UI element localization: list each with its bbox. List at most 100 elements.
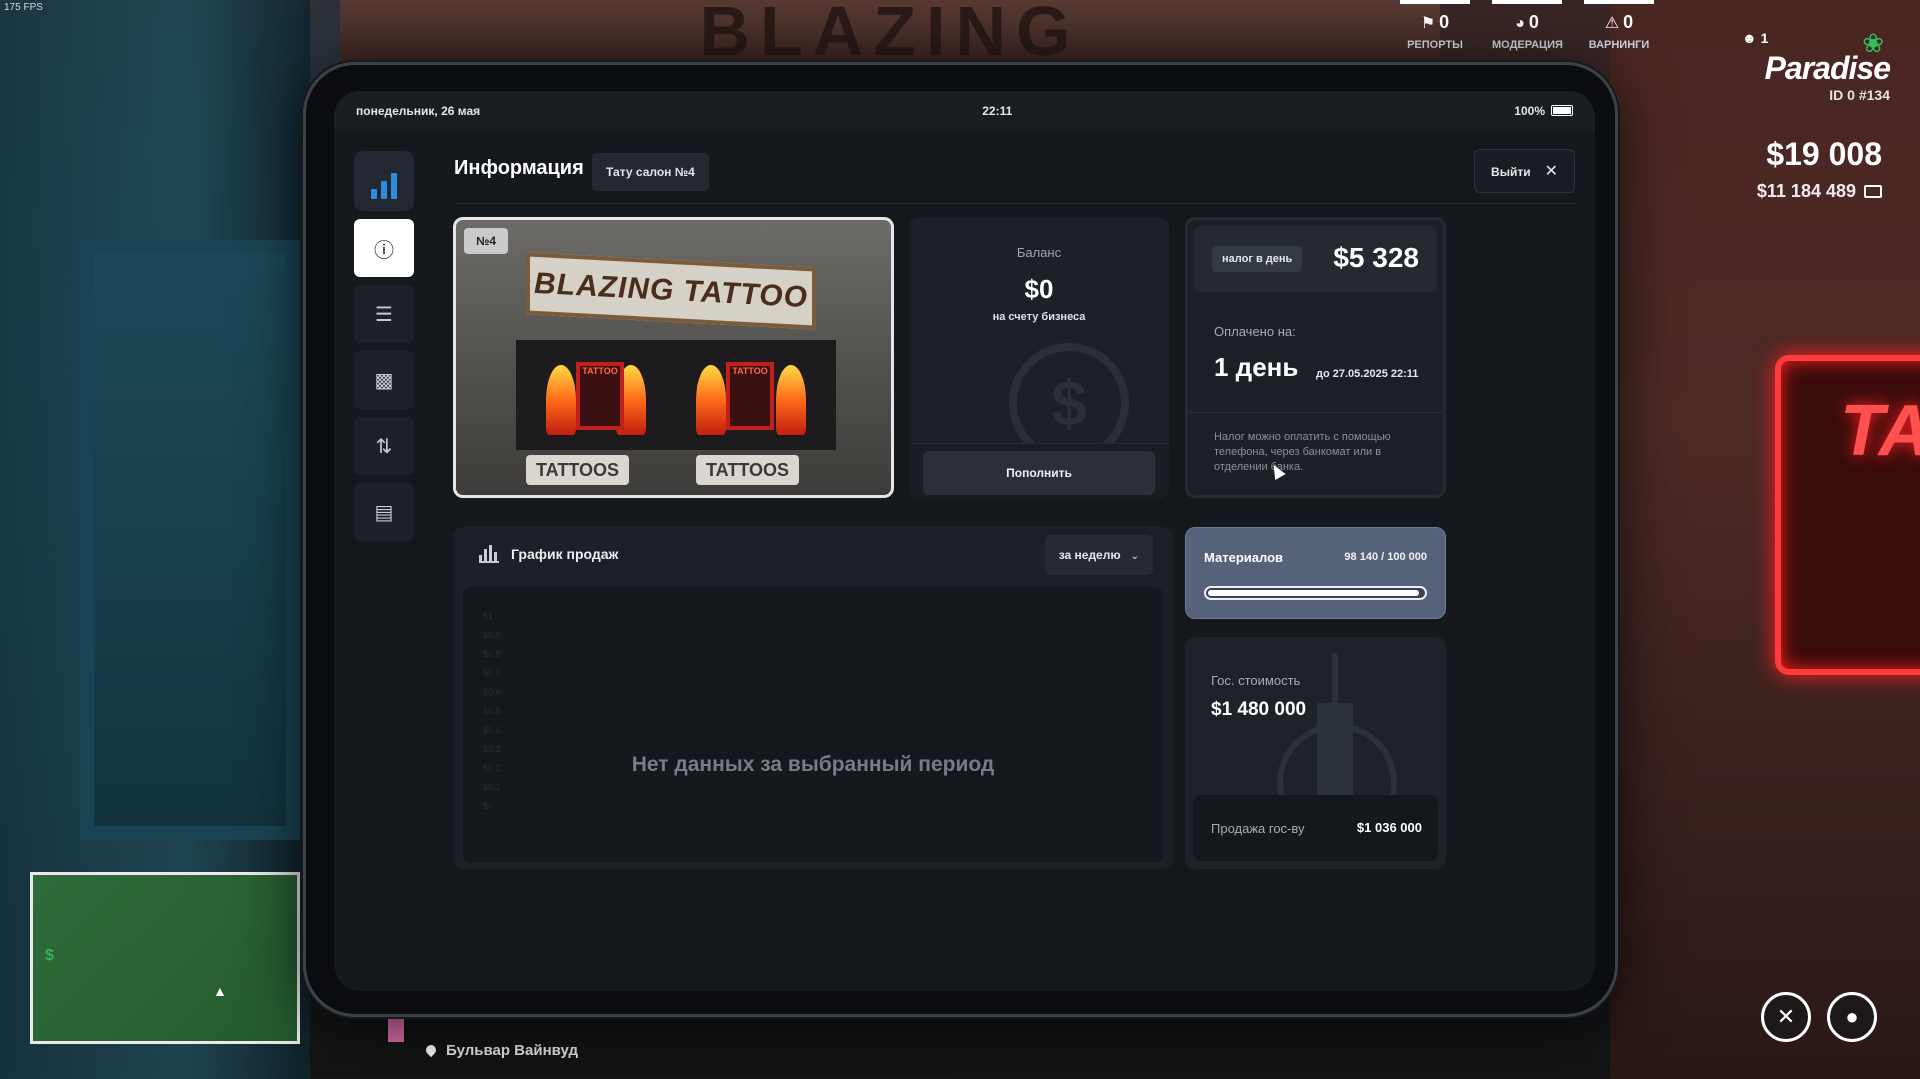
topup-button[interactable]: Пополнить	[923, 451, 1155, 495]
chevron-down-icon: ⌄	[1130, 551, 1139, 562]
money-display: $19 008 $11 184 489	[1757, 136, 1882, 202]
battery-icon	[1551, 105, 1573, 116]
photo-lower-sign-left: TATTOOS	[526, 455, 629, 485]
gov-value: $1 480 000	[1211, 699, 1307, 720]
tax-chip: налог в день	[1212, 246, 1303, 272]
minimap: $ ▲	[30, 872, 300, 1044]
business-name-badge: Тату салон №4	[592, 153, 709, 191]
bank-amount: $11 184 489	[1757, 181, 1882, 202]
gov-sale-row[interactable]: Продажа гос-ву $1 036 000	[1193, 795, 1438, 861]
y-tick-label: $0.5	[483, 706, 501, 716]
warnings-label: ВАРНИНГИ	[1588, 39, 1650, 51]
dollar-coin-icon: $	[1009, 343, 1129, 443]
photo-window-left: TATTOO	[576, 362, 624, 430]
tablet: понедельник, 26 мая 22:11 100% ⓘ ☰ ▩ ⇅ ▤…	[303, 62, 1618, 1017]
photo-lower-sign-right: TATTOOS	[696, 455, 799, 485]
business-app-logo	[354, 151, 414, 211]
reports-count: 0	[1439, 12, 1450, 32]
y-tick-label: $0.9	[483, 630, 501, 640]
gov-sale-label: Продажа гос-ву	[1211, 821, 1305, 836]
moderation-icon: ◕	[1515, 15, 1525, 32]
gov-sale-value: $1 036 000	[1356, 820, 1422, 835]
background-door	[80, 240, 300, 840]
status-date: понедельник, 26 мая	[356, 104, 481, 118]
no-data-message: Нет данных за выбранный период	[631, 753, 995, 776]
tax-divider	[1188, 412, 1443, 413]
sales-chart-card: График продаж за неделю ⌄ $1 $0.9 $0.8 $0.7 $…	[453, 527, 1173, 869]
photo-window-right: TATTOO	[726, 362, 774, 430]
balance-actions: Пополнить	[909, 443, 1169, 499]
hud-stats: ⚑ 0 РЕПОРТЫ ◕ 0 МОДЕРАЦИЯ ⚠ 0 ВАРНИНГИ	[1400, 0, 1654, 51]
location-label: Бульвар Вайнвуд	[423, 1042, 578, 1059]
flame-graphic	[546, 365, 576, 435]
exit-button[interactable]: Выйти ✕	[1474, 149, 1575, 193]
gov-value-label: Гос. стоимость	[1211, 673, 1301, 688]
tools-button[interactable]: ✕	[1761, 992, 1811, 1042]
sidebar-item-info[interactable]: ⓘ	[354, 219, 414, 277]
server-logo: ☻ 1 ❀ Paradise ID 0 #134	[1740, 28, 1891, 103]
paid-until: до 27.05.2025 22:11	[1316, 368, 1419, 380]
tablet-screen: понедельник, 26 мая 22:11 100% ⓘ ☰ ▩ ⇅ ▤…	[334, 91, 1595, 991]
business-photo: BLAZING TATTOO TATTOO TATTOO TATTOOS TAT…	[453, 217, 894, 498]
money-transfer-icon: ⇅	[375, 435, 393, 458]
drop-icon: ●	[1845, 1004, 1859, 1029]
player-ids: ID 0 #134	[1829, 87, 1890, 103]
balance-label: Баланс	[1016, 245, 1062, 260]
minimap-indicator	[388, 1018, 404, 1042]
y-tick-label: $0	[483, 801, 494, 811]
sidebar-item-finance[interactable]: ⇅	[354, 417, 414, 475]
paid-value: 1 день	[1214, 352, 1299, 382]
status-bar: понедельник, 26 мая 22:11 100%	[334, 91, 1595, 131]
sidebar-item-layers[interactable]: ☰	[354, 285, 414, 343]
palm-icon: ❀	[1862, 28, 1884, 58]
close-icon: ✕	[1544, 163, 1558, 180]
period-select[interactable]: за неделю ⌄	[1044, 535, 1153, 575]
page-title: Информация	[454, 157, 584, 179]
gov-value-card: Гос. стоимость $1 480 000 Продажа гос-ву…	[1185, 637, 1446, 869]
photo-number-badge: №4	[464, 228, 508, 254]
tax-summary: налог в день $5 328	[1194, 226, 1437, 292]
hud-stat-moderation: ◕ 0 МОДЕРАЦИЯ	[1492, 0, 1563, 51]
photo-sign: BLAZING TATTOO	[526, 252, 816, 330]
balance-sub: на счету бизнеса	[992, 311, 1086, 323]
info-icon: ⓘ	[374, 239, 394, 262]
cash-amount: $19 008	[1766, 136, 1882, 172]
materials-card: Материалов 98 140 / 100 000	[1185, 527, 1446, 619]
reports-label: РЕПОРТЫ	[1407, 39, 1463, 51]
warning-icon: ⚠	[1604, 15, 1620, 32]
materials-progress-fill	[1208, 590, 1419, 596]
sidebar-item-tasks[interactable]: ▤	[354, 483, 414, 541]
y-tick-label: $0.4	[483, 725, 501, 735]
status-time: 22:11	[982, 104, 1013, 118]
sidebar: ⓘ ☰ ▩ ⇅ ▤	[354, 151, 414, 541]
neon-sign-text: TA	[1840, 391, 1920, 471]
sidebar-item-stats[interactable]: ▩	[354, 351, 414, 409]
bar-chart-icon: ▩	[374, 369, 394, 392]
layers-icon: ☰	[375, 303, 393, 326]
moderation-count: 0	[1528, 12, 1539, 32]
hud-stat-reports: ⚑ 0 РЕПОРТЫ	[1400, 0, 1470, 51]
moderation-label: МОДЕРАЦИЯ	[1492, 39, 1563, 51]
balance-card: Баланс $0 на счету бизнеса $	[909, 217, 1169, 443]
chart-title: График продаж	[511, 546, 619, 562]
drop-button[interactable]: ●	[1827, 992, 1877, 1042]
flame-graphic	[696, 365, 726, 435]
background-sign: BLAZING	[340, 0, 1440, 62]
flame-graphic	[776, 365, 806, 435]
player-car-icon: ▲	[213, 983, 227, 999]
fps-counter: 175 FPS	[4, 2, 43, 13]
materials-progress	[1204, 586, 1427, 600]
tax-card: налог в день $5 328 Оплачено на: 1 день …	[1185, 217, 1446, 498]
balance-value: $0	[1024, 274, 1054, 304]
materials-count: 98 140 / 100 000	[1344, 551, 1427, 563]
clipboard-icon: ▤	[374, 501, 394, 524]
chart-plot-area: $1 $0.9 $0.8 $0.7 $0.6 $0.5 $0.4 $0.3 $0.2 $0.1 $0…	[463, 587, 1163, 863]
tax-note: Налог можно оплатить с помощью телефона,…	[1214, 431, 1391, 473]
y-tick-label: $0.7	[483, 668, 501, 678]
reports-icon: ⚑	[1420, 15, 1436, 32]
bar-chart-icon	[479, 545, 499, 563]
paid-label: Оплачено на:	[1214, 324, 1296, 339]
warnings-count: 0	[1623, 12, 1634, 32]
location-pin-icon	[423, 1042, 439, 1058]
y-tick-label: $1	[483, 611, 494, 621]
